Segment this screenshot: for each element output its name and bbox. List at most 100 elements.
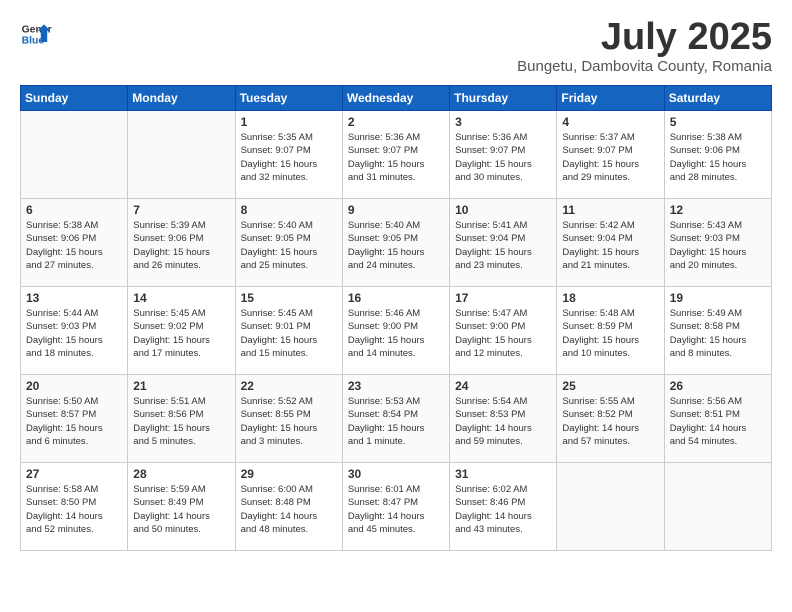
- day-number: 11: [562, 203, 658, 217]
- day-info: Sunrise: 5:56 AM Sunset: 8:51 PM Dayligh…: [670, 395, 766, 448]
- day-number: 26: [670, 379, 766, 393]
- day-number: 20: [26, 379, 122, 393]
- day-number: 16: [348, 291, 444, 305]
- logo-icon: General Blue: [20, 18, 52, 50]
- day-info: Sunrise: 5:50 AM Sunset: 8:57 PM Dayligh…: [26, 395, 122, 448]
- calendar-cell: [21, 111, 128, 199]
- calendar-cell: 31Sunrise: 6:02 AM Sunset: 8:46 PM Dayli…: [450, 463, 557, 551]
- calendar-cell: 16Sunrise: 5:46 AM Sunset: 9:00 PM Dayli…: [342, 287, 449, 375]
- day-number: 2: [348, 115, 444, 129]
- calendar-cell: 12 Sunrise: 5:43 AM Sunset: 9:03 PM Dayli…: [664, 199, 771, 287]
- day-info: Sunrise: 5:41 AM Sunset: 9:04 PM Dayligh…: [455, 219, 551, 272]
- day-info: Sunrise: 5:53 AM Sunset: 8:54 PM Dayligh…: [348, 395, 444, 448]
- calendar-cell: 29 Sunrise: 6:00 AM Sunset: 8:48 PM Dayli…: [235, 463, 342, 551]
- weekday-header-saturday: Saturday: [664, 86, 771, 111]
- calendar-cell: 19Sunrise: 5:49 AM Sunset: 8:58 PM Dayli…: [664, 287, 771, 375]
- day-number: 8: [241, 203, 337, 217]
- day-number: 15: [241, 291, 337, 305]
- day-number: 30: [348, 467, 444, 481]
- day-number: 24: [455, 379, 551, 393]
- calendar-cell: 22 Sunrise: 5:52 AM Sunset: 8:55 PM Dayli…: [235, 375, 342, 463]
- week-row-2: 6Sunrise: 5:38 AM Sunset: 9:06 PM Daylig…: [21, 199, 772, 287]
- day-number: 9: [348, 203, 444, 217]
- day-info: Sunrise: 5:55 AM Sunset: 8:52 PM Dayligh…: [562, 395, 658, 448]
- day-number: 12: [670, 203, 766, 217]
- day-info: Sunrise: 5:44 AM Sunset: 9:03 PM Dayligh…: [26, 307, 122, 360]
- day-info: Sunrise: 5:39 AM Sunset: 9:06 PM Dayligh…: [133, 219, 229, 272]
- week-row-3: 13 Sunrise: 5:44 AM Sunset: 9:03 PM Dayli…: [21, 287, 772, 375]
- calendar-cell: 14 Sunrise: 5:45 AM Sunset: 9:02 PM Dayli…: [128, 287, 235, 375]
- day-info: Sunrise: 5:58 AM Sunset: 8:50 PM Dayligh…: [26, 483, 122, 536]
- calendar-cell: 23Sunrise: 5:53 AM Sunset: 8:54 PM Dayli…: [342, 375, 449, 463]
- day-info: Sunrise: 5:36 AM Sunset: 9:07 PM Dayligh…: [455, 131, 551, 184]
- day-info: Sunrise: 6:00 AM Sunset: 8:48 PM Dayligh…: [241, 483, 337, 536]
- calendar-cell: 13 Sunrise: 5:44 AM Sunset: 9:03 PM Dayli…: [21, 287, 128, 375]
- calendar-cell: 9 Sunrise: 5:40 AM Sunset: 9:05 PM Daylig…: [342, 199, 449, 287]
- calendar-cell: 4 Sunrise: 5:37 AM Sunset: 9:07 PM Daylig…: [557, 111, 664, 199]
- day-info: Sunrise: 5:59 AM Sunset: 8:49 PM Dayligh…: [133, 483, 229, 536]
- main-title: July 2025: [517, 18, 772, 56]
- day-number: 31: [455, 467, 551, 481]
- calendar-cell: 18 Sunrise: 5:48 AM Sunset: 8:59 PM Dayli…: [557, 287, 664, 375]
- calendar-cell: 6Sunrise: 5:38 AM Sunset: 9:06 PM Daylig…: [21, 199, 128, 287]
- calendar-cell: 10Sunrise: 5:41 AM Sunset: 9:04 PM Dayli…: [450, 199, 557, 287]
- day-number: 14: [133, 291, 229, 305]
- calendar-cell: 25 Sunrise: 5:55 AM Sunset: 8:52 PM Dayli…: [557, 375, 664, 463]
- day-number: 3: [455, 115, 551, 129]
- calendar-table: SundayMondayTuesdayWednesdayThursdayFrid…: [20, 85, 772, 551]
- calendar-cell: [557, 463, 664, 551]
- day-number: 4: [562, 115, 658, 129]
- week-row-5: 27 Sunrise: 5:58 AM Sunset: 8:50 PM Dayli…: [21, 463, 772, 551]
- logo: General Blue: [20, 18, 52, 50]
- day-info: Sunrise: 5:43 AM Sunset: 9:03 PM Dayligh…: [670, 219, 766, 272]
- calendar-cell: 7 Sunrise: 5:39 AM Sunset: 9:06 PM Daylig…: [128, 199, 235, 287]
- day-info: Sunrise: 5:40 AM Sunset: 9:05 PM Dayligh…: [241, 219, 337, 272]
- day-info: Sunrise: 5:36 AM Sunset: 9:07 PM Dayligh…: [348, 131, 444, 184]
- calendar-cell: [128, 111, 235, 199]
- header: General Blue July 2025 Bungetu, Dambovit…: [20, 18, 772, 75]
- calendar-cell: 28Sunrise: 5:59 AM Sunset: 8:49 PM Dayli…: [128, 463, 235, 551]
- day-info: Sunrise: 5:37 AM Sunset: 9:07 PM Dayligh…: [562, 131, 658, 184]
- day-number: 1: [241, 115, 337, 129]
- calendar-cell: 24 Sunrise: 5:54 AM Sunset: 8:53 PM Dayli…: [450, 375, 557, 463]
- day-number: 29: [241, 467, 337, 481]
- day-number: 21: [133, 379, 229, 393]
- weekday-header-thursday: Thursday: [450, 86, 557, 111]
- day-info: Sunrise: 5:54 AM Sunset: 8:53 PM Dayligh…: [455, 395, 551, 448]
- day-info: Sunrise: 5:51 AM Sunset: 8:56 PM Dayligh…: [133, 395, 229, 448]
- calendar-cell: 8 Sunrise: 5:40 AM Sunset: 9:05 PM Daylig…: [235, 199, 342, 287]
- calendar-cell: 3 Sunrise: 5:36 AM Sunset: 9:07 PM Daylig…: [450, 111, 557, 199]
- day-info: Sunrise: 6:01 AM Sunset: 8:47 PM Dayligh…: [348, 483, 444, 536]
- day-number: 22: [241, 379, 337, 393]
- calendar-cell: 17Sunrise: 5:47 AM Sunset: 9:00 PM Dayli…: [450, 287, 557, 375]
- calendar-cell: 20 Sunrise: 5:50 AM Sunset: 8:57 PM Dayli…: [21, 375, 128, 463]
- title-block: July 2025 Bungetu, Dambovita County, Rom…: [517, 18, 772, 75]
- calendar-cell: 30 Sunrise: 6:01 AM Sunset: 8:47 PM Dayli…: [342, 463, 449, 551]
- day-number: 25: [562, 379, 658, 393]
- day-info: Sunrise: 5:45 AM Sunset: 9:02 PM Dayligh…: [133, 307, 229, 360]
- day-info: Sunrise: 5:40 AM Sunset: 9:05 PM Dayligh…: [348, 219, 444, 272]
- day-number: 17: [455, 291, 551, 305]
- calendar-cell: 1 Sunrise: 5:35 AM Sunset: 9:07 PM Daylig…: [235, 111, 342, 199]
- day-number: 13: [26, 291, 122, 305]
- day-number: 5: [670, 115, 766, 129]
- weekday-header-friday: Friday: [557, 86, 664, 111]
- weekday-header-wednesday: Wednesday: [342, 86, 449, 111]
- calendar-cell: 26 Sunrise: 5:56 AM Sunset: 8:51 PM Dayli…: [664, 375, 771, 463]
- day-info: Sunrise: 5:52 AM Sunset: 8:55 PM Dayligh…: [241, 395, 337, 448]
- day-number: 6: [26, 203, 122, 217]
- calendar-cell: 15Sunrise: 5:45 AM Sunset: 9:01 PM Dayli…: [235, 287, 342, 375]
- page: General Blue July 2025 Bungetu, Dambovit…: [0, 0, 792, 612]
- day-number: 7: [133, 203, 229, 217]
- day-number: 19: [670, 291, 766, 305]
- weekday-header-sunday: Sunday: [21, 86, 128, 111]
- subtitle: Bungetu, Dambovita County, Romania: [517, 58, 772, 75]
- day-info: Sunrise: 5:48 AM Sunset: 8:59 PM Dayligh…: [562, 307, 658, 360]
- day-number: 18: [562, 291, 658, 305]
- calendar-cell: 21 Sunrise: 5:51 AM Sunset: 8:56 PM Dayli…: [128, 375, 235, 463]
- weekday-header-tuesday: Tuesday: [235, 86, 342, 111]
- day-info: Sunrise: 5:35 AM Sunset: 9:07 PM Dayligh…: [241, 131, 337, 184]
- week-row-4: 20 Sunrise: 5:50 AM Sunset: 8:57 PM Dayli…: [21, 375, 772, 463]
- day-number: 27: [26, 467, 122, 481]
- day-info: Sunrise: 5:38 AM Sunset: 9:06 PM Dayligh…: [670, 131, 766, 184]
